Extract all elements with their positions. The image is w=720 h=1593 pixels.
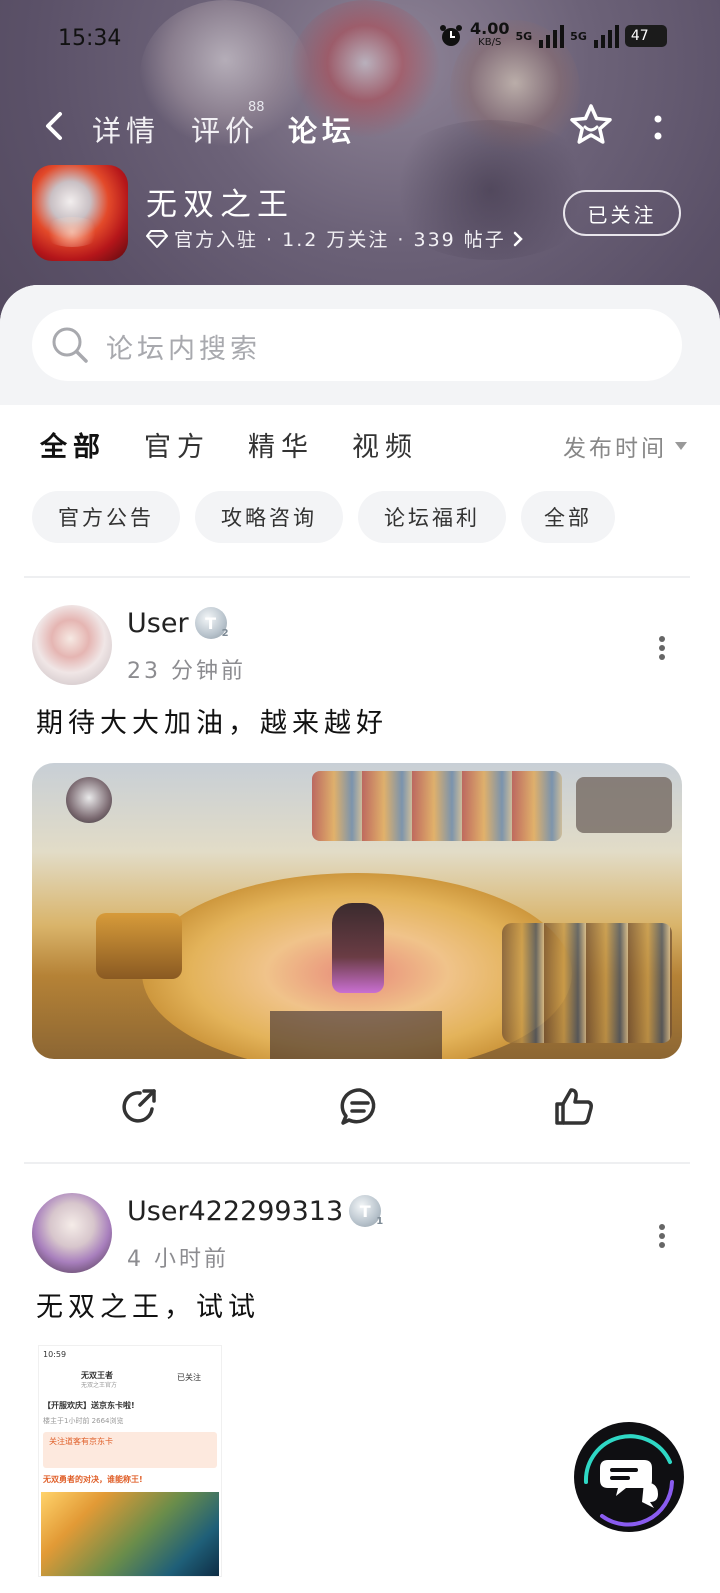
battery-icon: 47 (624, 25, 667, 47)
thumb-meta: 楼主于1小时前 2664浏览 (43, 1417, 124, 1425)
treasure-chest (96, 913, 182, 979)
avatar[interactable] (32, 605, 112, 685)
search-input[interactable]: 论坛内搜索 (32, 309, 682, 381)
search-icon (52, 327, 88, 363)
game-title: 无双之王 (146, 187, 294, 223)
filter-tab-all[interactable]: 全部 (40, 425, 106, 468)
signal-icon-2 (593, 25, 619, 48)
level-letter: T (205, 613, 216, 633)
network-type-1: 5G (515, 29, 533, 43)
thumb-art (41, 1492, 219, 1576)
share-icon[interactable] (118, 1085, 162, 1129)
thumb-time: 10:59 (43, 1350, 67, 1359)
post-author[interactable]: User T 2 (127, 607, 229, 639)
back-arrow-icon[interactable] (36, 106, 72, 146)
level-number: 1 (376, 1216, 384, 1227)
category-chips: 官方公告 攻略咨询 论坛福利 全部 (32, 491, 692, 545)
caret-down-icon (675, 442, 687, 450)
chip-welfare[interactable]: 论坛福利 (358, 491, 506, 543)
tab-details[interactable]: 详情 (92, 108, 160, 150)
post-image-app-screenshot[interactable]: 10:59 无双王者 无双之王官方 已关注 【开服欢庆】送京东卡啦! 楼主于1小… (38, 1345, 222, 1577)
chip-all[interactable]: 全部 (521, 491, 615, 543)
game-meta[interactable]: 官方入驻 · 1.2 万关注 · 339 帖子 (146, 225, 524, 252)
thumb-slogan: 无双勇者的对决，谁能称王! (43, 1475, 143, 1484)
post-author-name: User422299313 (127, 1195, 344, 1227)
chip-strategy[interactable]: 攻略咨询 (195, 491, 343, 543)
chip-official-notice[interactable]: 官方公告 (32, 491, 180, 543)
tab-forum[interactable]: 论坛 (288, 108, 362, 154)
thumb-follow: 已关注 (177, 1373, 201, 1382)
status-icons: 4.00 KB/S 5G 5G 47 (438, 21, 667, 50)
status-time: 15:34 (58, 26, 122, 51)
post-card[interactable]: User422299313 T 1 4 小时前 无双之王，试试 10:59 无双… (0, 1193, 720, 1593)
favorite-star-icon[interactable] (568, 102, 614, 148)
filter-tab-video[interactable]: 视频 (352, 425, 418, 464)
level-number: 2 (221, 628, 229, 639)
sort-dropdown[interactable]: 发布时间 (563, 429, 687, 463)
status-bar: 15:34 4.00 KB/S 5G 5G 47 (0, 20, 720, 62)
level-letter: T (359, 1201, 371, 1221)
filter-tab-featured[interactable]: 精华 (248, 425, 314, 464)
tab-forum-label: 论坛 (288, 114, 357, 148)
post-author-name: User (127, 607, 189, 639)
network-type-2: 5G (570, 29, 587, 43)
filter-tab-all-label: 全部 (40, 432, 106, 463)
divider (24, 1162, 690, 1164)
post-author[interactable]: User422299313 T 1 (127, 1195, 384, 1227)
post-actions (0, 1085, 720, 1141)
game-icon[interactable] (32, 165, 128, 261)
level-badge-icon: T 1 (349, 1195, 384, 1227)
battery-level: 47 (630, 28, 649, 44)
post-text: 期待大大加油，越来越好 (36, 708, 388, 739)
comment-icon[interactable] (338, 1085, 382, 1129)
like-icon[interactable] (552, 1085, 596, 1129)
signal-icon (539, 25, 565, 48)
follow-button[interactable]: 已关注 (563, 190, 681, 236)
post-card[interactable]: User T 2 23 分钟前 期待大大加油，越来越好 (0, 605, 720, 1125)
post-time: 4 小时前 (127, 1247, 229, 1272)
network-speed-unit: KB/S (478, 37, 502, 48)
chevron-right-icon (513, 231, 523, 246)
game-hero-portrait (66, 777, 112, 823)
top-navigation: 详情 评价 88 论坛 (0, 100, 720, 154)
network-speed: 4.00 KB/S (470, 21, 509, 50)
diamond-icon (146, 229, 168, 248)
alarm-icon (440, 25, 462, 46)
reviews-count-badge: 88 (248, 100, 265, 115)
post-more-icon[interactable] (656, 635, 668, 661)
game-menu-icons (312, 771, 562, 841)
avatar[interactable] (32, 1193, 112, 1273)
thumb-promo: 关注道客有京东卡 (49, 1437, 113, 1446)
game-skill-panel (502, 923, 672, 1043)
more-options-icon[interactable] (652, 114, 664, 142)
thumb-headline: 【开服欢庆】送京东卡啦! (43, 1401, 135, 1410)
post-image-game-screenshot[interactable] (32, 763, 682, 1059)
search-band: 论坛内搜索 (0, 285, 720, 405)
post-text: 无双之王，试试 (36, 1292, 260, 1323)
filter-tabs: 全部 官方 精华 视频 发布时间 (0, 425, 720, 475)
game-info: 无双之王 官方入驻 · 1.2 万关注 · 339 帖子 已关注 (0, 165, 720, 265)
game-topright-panel (576, 777, 672, 833)
chat-fab-button[interactable] (574, 1422, 684, 1532)
search-placeholder: 论坛内搜索 (106, 334, 261, 365)
game-character (332, 903, 384, 993)
chat-bubble-icon (583, 1434, 674, 1527)
level-badge-icon: T 2 (194, 607, 229, 639)
post-more-icon[interactable] (656, 1223, 668, 1249)
divider (24, 576, 690, 578)
sort-label: 发布时间 (563, 436, 667, 462)
thumb-subtitle: 无双之王官方 (81, 1382, 118, 1389)
game-meta-text: 官方入驻 · 1.2 万关注 · 339 帖子 (174, 229, 506, 251)
forum-sheet: 论坛内搜索 全部 官方 精华 视频 发布时间 官方公告 攻略咨询 论坛福利 全部… (0, 285, 720, 1585)
post-time: 23 分钟前 (127, 659, 246, 684)
game-chat-box (270, 1011, 442, 1059)
filter-tab-official[interactable]: 官方 (144, 425, 210, 464)
